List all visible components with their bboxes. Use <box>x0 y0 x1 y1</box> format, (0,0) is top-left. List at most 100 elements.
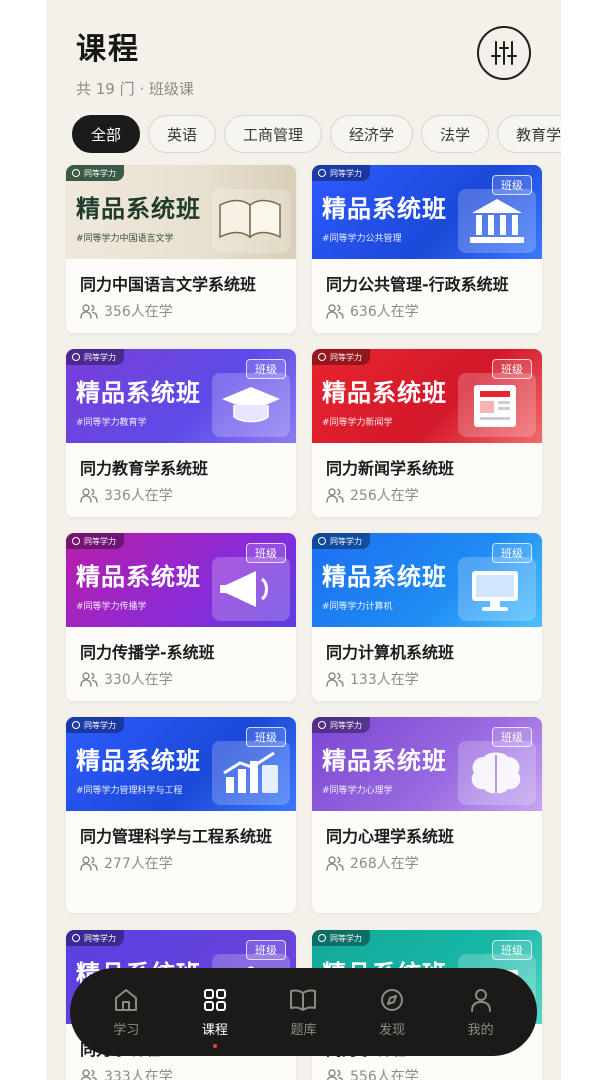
cover-badge: 同等学力 <box>312 533 370 549</box>
tab-business-admin[interactable]: 工商管理 <box>224 115 323 153</box>
badge-logo-icon <box>72 721 80 729</box>
nav-item-me[interactable]: 我的 <box>446 987 516 1038</box>
page-title: 课程 <box>76 32 140 67</box>
course-meta: 256人在学 <box>326 485 528 505</box>
course-cover: 同等学力 精品系统班 #同等学力教育学 班级 <box>66 349 296 443</box>
cover-badge: 同等学力 <box>312 930 370 946</box>
badge-logo-icon <box>318 934 326 942</box>
computer-icon <box>458 557 536 621</box>
class-tag: 班级 <box>246 727 286 747</box>
course-card[interactable]: 同等学力 精品系统班 #同等学力传播学 班级 同力传播学-系统班 330人在学 <box>66 533 296 701</box>
cover-title: 精品系统班 <box>322 746 447 775</box>
course-card[interactable]: 同等学力 精品系统班 #同等学力心理学 班级 同力心理学系统班 268人在学 <box>312 717 542 913</box>
course-name: 同力新闻学系统班 <box>326 459 455 478</box>
government-building-icon <box>458 189 536 253</box>
course-card[interactable]: 同等学力 精品系统班 #同等学力计算机 班级 同力计算机系统班 133人在学 <box>312 533 542 701</box>
cover-badge: 同等学力 <box>66 349 124 365</box>
course-cover: 同等学力 精品系统班 #同等学力计算机 班级 <box>312 533 542 627</box>
course-meta: 556人在学 <box>326 1066 528 1080</box>
badge-logo-icon <box>318 537 326 545</box>
class-tag: 班级 <box>492 175 532 195</box>
badge-logo-icon <box>318 721 326 729</box>
cover-subtitle: #同等学力公共管理 <box>322 234 402 244</box>
course-meta: 133人在学 <box>326 669 528 689</box>
page-subtitle: 共 19 门 · 班级课 <box>76 80 194 98</box>
nav-item-courses[interactable]: 课程 <box>180 987 250 1048</box>
class-tag: 班级 <box>492 543 532 563</box>
users-icon <box>80 856 98 871</box>
card-body: 同力传播学-系统班 330人在学 <box>66 627 296 701</box>
tab-education[interactable]: 教育学 <box>497 115 561 153</box>
student-count: 133人在学 <box>350 672 419 688</box>
users-icon <box>326 856 344 871</box>
badge-label: 同等学力 <box>330 536 362 546</box>
cover-badge: 同等学力 <box>66 533 124 549</box>
users-icon <box>80 488 98 503</box>
badge-label: 同等学力 <box>330 720 362 730</box>
badge-label: 同等学力 <box>84 720 116 730</box>
card-body: 同力中国语言文学系统班 356人在学 <box>66 259 296 333</box>
class-tag: 班级 <box>246 543 286 563</box>
compass-icon <box>381 988 404 1011</box>
users-icon <box>326 304 344 319</box>
badge-logo-icon <box>318 353 326 361</box>
badge-logo-icon <box>72 169 80 177</box>
nav-label-courses: 课程 <box>201 1022 228 1038</box>
badge-label: 同等学力 <box>84 352 116 362</box>
course-card[interactable]: 同等学力 精品系统班 #同等学力教育学 班级 同力教育学系统班 336人在学 <box>66 349 296 517</box>
course-page: 课程 共 19 门 · 班级课 全部 英语 工商管理 经济学 法学 教育学 同等… <box>46 0 561 1080</box>
class-tag: 班级 <box>246 940 286 960</box>
filter-button[interactable] <box>477 26 531 80</box>
course-card[interactable]: 同等学力 精品系统班 #同等学力中国语言文学 同力中国语言文学系统班 356人在… <box>66 165 296 333</box>
course-name: 同力中国语言文学系统班 <box>80 275 257 294</box>
tab-law[interactable]: 法学 <box>421 115 490 153</box>
class-tag: 班级 <box>492 727 532 747</box>
cover-subtitle: #同等学力计算机 <box>322 602 393 612</box>
student-count: 256人在学 <box>350 488 419 504</box>
card-body: 同力管理科学与工程系统班 277人在学 <box>66 811 296 885</box>
cover-subtitle: #同等学力中国语言文学 <box>76 234 174 244</box>
users-icon <box>80 304 98 319</box>
student-count: 556人在学 <box>350 1069 419 1080</box>
cover-badge: 同等学力 <box>66 717 124 733</box>
cover-badge: 同等学力 <box>66 930 124 946</box>
class-tag: 班级 <box>492 359 532 379</box>
active-indicator-dot <box>212 1043 217 1048</box>
badge-label: 同等学力 <box>84 168 116 178</box>
tab-english[interactable]: 英语 <box>148 115 217 153</box>
badge-logo-icon <box>72 353 80 361</box>
right-margin <box>561 0 607 1080</box>
users-icon <box>326 672 344 687</box>
home-icon <box>115 988 138 1011</box>
brain-icon <box>458 741 536 805</box>
cover-subtitle: #同等学力新闻学 <box>322 418 393 428</box>
course-card[interactable]: 同等学力 精品系统班 #同等学力公共管理 班级 同力公共管理-行政系统班 636… <box>312 165 542 333</box>
cover-title: 精品系统班 <box>76 378 201 407</box>
open-book-icon <box>290 988 317 1011</box>
cover-badge: 同等学力 <box>66 165 124 181</box>
card-body: 同力计算机系统班 133人在学 <box>312 627 542 701</box>
student-count: 636人在学 <box>350 304 419 320</box>
sliders-icon <box>491 41 517 65</box>
nav-item-question-bank[interactable]: 题库 <box>268 987 338 1038</box>
course-meta: 277人在学 <box>80 853 282 873</box>
nav-item-study[interactable]: 学习 <box>91 987 161 1038</box>
card-body: 同力公共管理-行政系统班 636人在学 <box>312 259 542 333</box>
nav-label-discover: 发现 <box>379 1022 406 1038</box>
course-cover: 同等学力 精品系统班 #同等学力公共管理 班级 <box>312 165 542 259</box>
tab-all[interactable]: 全部 <box>72 115 141 153</box>
cover-title: 精品系统班 <box>76 746 201 775</box>
cover-badge: 同等学力 <box>312 165 370 181</box>
users-icon <box>80 1069 98 1080</box>
course-meta: 268人在学 <box>326 853 528 873</box>
course-card[interactable]: 同等学力 精品系统班 #同等学力新闻学 班级 同力新闻学系统班 256人在学 <box>312 349 542 517</box>
card-body: 同力新闻学系统班 256人在学 <box>312 443 542 517</box>
cover-badge: 同等学力 <box>312 349 370 365</box>
nav-item-discover[interactable]: 发现 <box>357 987 427 1038</box>
course-card[interactable]: 同等学力 精品系统班 #同等学力管理科学与工程 班级 同力管理科学与工程系统班 … <box>66 717 296 913</box>
course-cover: 同等学力 精品系统班 #同等学力中国语言文学 <box>66 165 296 259</box>
course-name: 同力管理科学与工程系统班 <box>80 827 273 846</box>
student-count: 330人在学 <box>104 672 173 688</box>
tab-economics[interactable]: 经济学 <box>330 115 414 153</box>
nav-label-question-bank: 题库 <box>290 1022 317 1038</box>
